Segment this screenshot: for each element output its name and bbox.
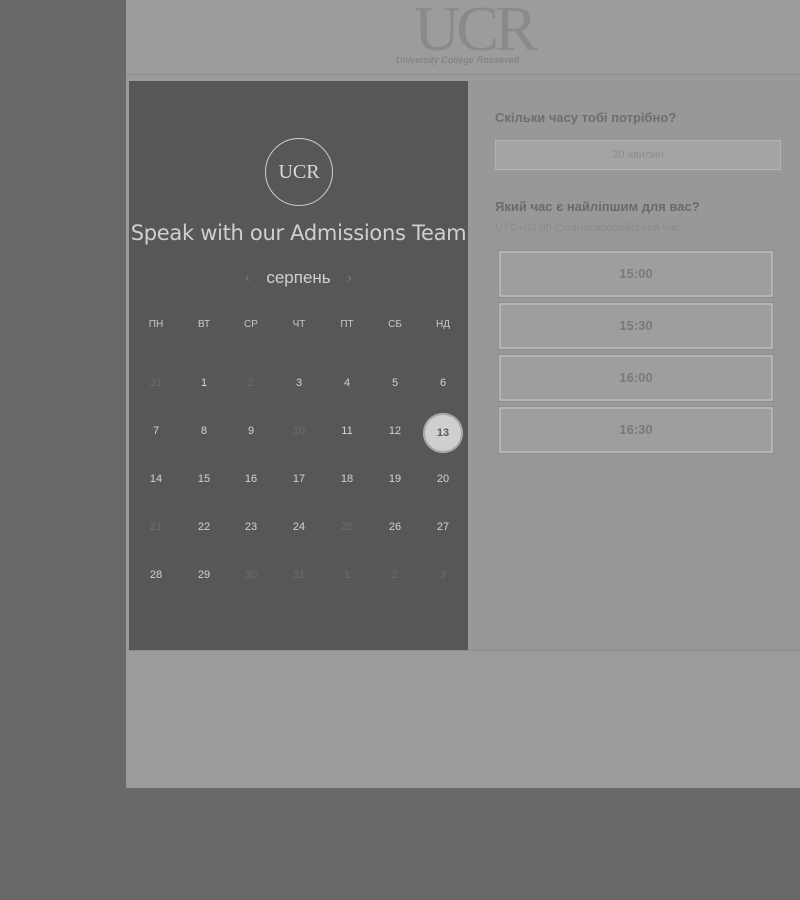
calendar-day: 21 bbox=[149, 521, 163, 533]
weekday-label: ПТ bbox=[340, 319, 354, 330]
weekday-label: ВТ bbox=[197, 319, 211, 330]
calendar-day[interactable]: 24 bbox=[279, 521, 319, 533]
time-slot-button[interactable]: 16:30 bbox=[499, 407, 773, 453]
page-frame: UCR University College Roosevelt UCR Spe… bbox=[126, 0, 800, 788]
month-label: серпень bbox=[266, 267, 331, 287]
calendar-day[interactable]: 16 bbox=[231, 473, 271, 485]
calendar-day[interactable]: 29 bbox=[184, 569, 224, 581]
time-panel: Скільки часу тобі потрібно? 30 хвилин Як… bbox=[495, 81, 800, 650]
calendar-day[interactable]: 8 bbox=[184, 425, 224, 437]
duration-question: Скільки часу тобі потрібно? bbox=[495, 110, 677, 125]
timezone-label[interactable]: UTC+03:00 Східноєвропейський час bbox=[495, 222, 680, 234]
weekday-label: СР bbox=[244, 319, 258, 330]
time-slot-button[interactable]: 15:00 bbox=[499, 251, 773, 297]
calendar-day-selected[interactable]: 13 bbox=[423, 413, 463, 453]
prev-month-icon[interactable]: ‹ bbox=[245, 270, 249, 285]
weekday-label: ЧТ bbox=[292, 319, 306, 330]
calendar-day[interactable]: 3 bbox=[279, 377, 319, 389]
calendar-day[interactable]: 20 bbox=[423, 473, 463, 485]
calendar-day[interactable]: 14 bbox=[136, 473, 176, 485]
ucr-logo[interactable]: UCR University College Roosevelt bbox=[388, 0, 548, 72]
weekday-label: СБ bbox=[388, 319, 402, 330]
calendar-title: Speak with our Admissions Team bbox=[130, 221, 467, 245]
calendar-day[interactable]: 15 bbox=[184, 473, 224, 485]
calendar-day: 31 bbox=[292, 569, 306, 581]
calendar-day[interactable]: 7 bbox=[136, 425, 176, 437]
weekday-label: НД bbox=[436, 319, 450, 330]
calendar-day[interactable]: 5 bbox=[375, 377, 415, 389]
header: UCR University College Roosevelt bbox=[126, 0, 800, 75]
calendar-day: 2 bbox=[247, 377, 255, 389]
time-slot-button[interactable]: 15:30 bbox=[499, 303, 773, 349]
duration-select[interactable]: 30 хвилин bbox=[495, 140, 781, 170]
calendar-panel: UCR Speak with our Admissions Team ‹ сер… bbox=[129, 81, 468, 650]
time-slot-button[interactable]: 16:00 bbox=[499, 355, 773, 401]
logo-subtext: University College Roosevelt bbox=[396, 55, 520, 65]
calendar-day[interactable]: 23 bbox=[231, 521, 271, 533]
calendar-day: 1 bbox=[343, 569, 351, 581]
calendar-day[interactable]: 18 bbox=[327, 473, 367, 485]
calendar-day[interactable]: 1 bbox=[184, 377, 224, 389]
calendar-day[interactable]: 19 bbox=[375, 473, 415, 485]
ucr-badge: UCR bbox=[265, 138, 333, 206]
calendar-day[interactable]: 28 bbox=[136, 569, 176, 581]
calendar-day: 10 bbox=[292, 425, 306, 437]
footer-area bbox=[129, 651, 800, 788]
calendar-day[interactable]: 4 bbox=[327, 377, 367, 389]
next-month-icon[interactable]: › bbox=[347, 270, 351, 285]
calendar-day[interactable]: 27 bbox=[423, 521, 463, 533]
calendar-day[interactable]: 17 bbox=[279, 473, 319, 485]
calendar-day: 31 bbox=[149, 377, 163, 389]
month-navigation: ‹ серпень › bbox=[129, 267, 468, 288]
calendar-day[interactable]: 11 bbox=[327, 425, 367, 437]
calendar-day: 25 bbox=[340, 521, 354, 533]
calendar-day: 30 bbox=[244, 569, 258, 581]
calendar-day[interactable]: 22 bbox=[184, 521, 224, 533]
calendar-day: 2 bbox=[391, 569, 399, 581]
calendar-day: 3 bbox=[439, 569, 447, 581]
weekday-label: ПН bbox=[148, 319, 164, 330]
calendar-day[interactable]: 6 bbox=[423, 377, 463, 389]
time-question: Який час є найліпшим для вас? bbox=[495, 199, 700, 214]
calendar-day[interactable]: 9 bbox=[231, 425, 271, 437]
booking-card: UCR Speak with our Admissions Team ‹ сер… bbox=[129, 81, 800, 651]
calendar-day[interactable]: 26 bbox=[375, 521, 415, 533]
calendar-day[interactable]: 12 bbox=[375, 425, 415, 437]
